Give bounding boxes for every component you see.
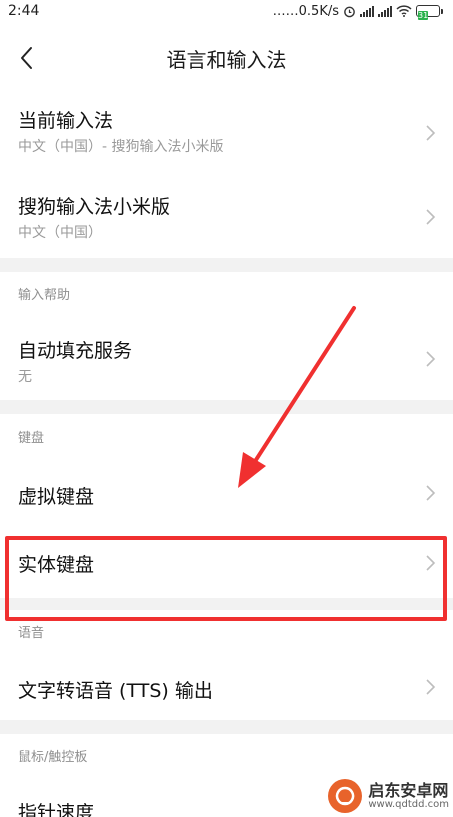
section-divider	[0, 720, 453, 734]
watermark-name: 启东安卓网	[368, 780, 449, 800]
back-button[interactable]	[10, 40, 42, 76]
cell-signal-icon	[378, 5, 392, 17]
status-time: 2:44	[8, 3, 40, 19]
section-label: 输入帮助	[18, 288, 71, 303]
wifi-icon	[396, 5, 412, 17]
watermark-logo-icon	[328, 779, 363, 813]
watermark-url: www.qdtdd.com	[368, 799, 449, 811]
chevron-right-icon	[426, 209, 436, 225]
alarm-icon	[344, 6, 355, 17]
sogou-input-method-item[interactable]: 搜狗输入法小米版 中文（中国）	[0, 174, 453, 258]
section-label: 鼠标/触控板	[18, 750, 88, 765]
section-divider	[0, 258, 453, 272]
section-header-speech: 语音	[0, 610, 453, 652]
section-divider	[0, 598, 453, 610]
chevron-right-icon	[426, 555, 436, 571]
tts-output-title: 文字转语音 (TTS) 输出	[18, 680, 213, 702]
battery-level: 31	[418, 11, 429, 20]
chevron-right-icon	[426, 679, 436, 695]
section-header-keyboard: 键盘	[0, 414, 453, 456]
chevron-left-icon	[21, 47, 32, 69]
pointer-speed-title: 指针速度	[18, 802, 95, 817]
section-label: 键盘	[18, 431, 45, 446]
sogou-input-method-lang: 中文（中国）	[18, 225, 102, 241]
chevron-right-icon	[426, 485, 436, 501]
sogou-input-method-title: 搜狗输入法小米版	[18, 196, 171, 218]
virtual-keyboard-item[interactable]: 虚拟键盘	[0, 456, 453, 532]
section-label: 语音	[18, 626, 45, 641]
watermark: 启东安卓网 www.qdtdd.com	[328, 779, 449, 813]
battery-icon: 31	[416, 5, 443, 20]
page-title: 语言和输入法	[166, 47, 287, 72]
page-header: 语言和输入法	[0, 22, 453, 94]
tts-output-item[interactable]: 文字转语音 (TTS) 输出	[0, 652, 453, 720]
section-header-mouse: 鼠标/触控板	[0, 734, 453, 776]
section-divider	[0, 400, 453, 414]
chevron-right-icon	[426, 351, 436, 367]
status-icons: ……0.5K/s 31	[272, 3, 443, 20]
physical-keyboard-title: 实体键盘	[18, 554, 95, 576]
autofill-service-item[interactable]: 自动填充服务 无	[0, 312, 453, 400]
current-input-method-title: 当前输入法	[18, 110, 114, 132]
autofill-service-title: 自动填充服务	[18, 340, 133, 362]
chevron-right-icon	[426, 125, 436, 141]
current-input-method-item[interactable]: 当前输入法 中文（中国）- 搜狗输入法小米版	[0, 94, 453, 174]
network-speed: ……0.5K/s	[272, 3, 339, 19]
current-input-method-value: 中文（中国）- 搜狗输入法小米版	[18, 139, 224, 155]
virtual-keyboard-title: 虚拟键盘	[18, 486, 95, 508]
cell-signal-icon	[360, 5, 374, 17]
status-bar: 2:44 ……0.5K/s 31	[0, 0, 453, 22]
physical-keyboard-item[interactable]: 实体键盘	[0, 532, 453, 598]
autofill-service-value: 无	[18, 369, 32, 385]
section-header-input-help: 输入帮助	[0, 272, 453, 312]
